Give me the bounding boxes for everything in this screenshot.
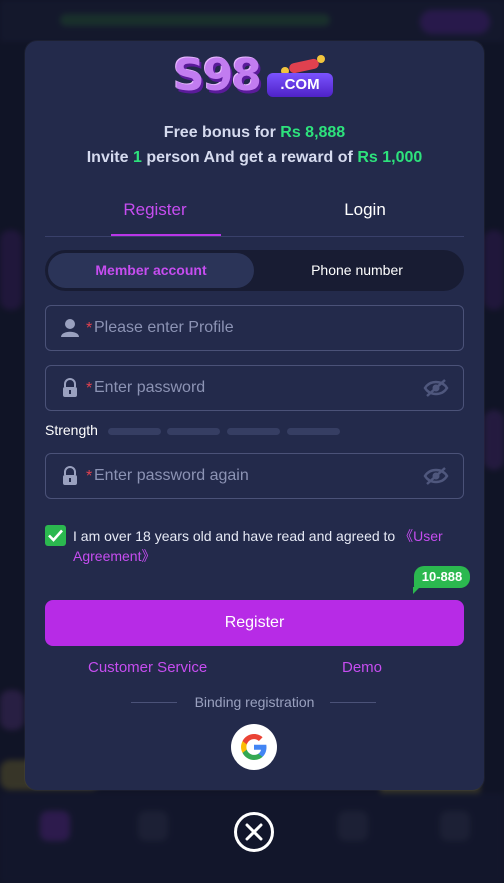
bonus-line-1: Free bonus for Rs 8,888 [25, 124, 484, 142]
register-button[interactable]: Register [45, 600, 464, 646]
demo-link[interactable]: Demo [342, 659, 382, 676]
bonus-amount: Rs 8,888 [280, 124, 346, 141]
eye-off-icon[interactable] [423, 378, 449, 398]
logo-main-text: S98 [173, 50, 262, 101]
strength-bar-segment [227, 428, 280, 435]
auth-tabs: Register Login [45, 197, 464, 237]
promo-badge: 10-888 [413, 566, 470, 594]
bonus-line-2: Invite 1 person And get a reward of Rs 1… [25, 149, 484, 167]
close-modal-button[interactable] [234, 812, 274, 852]
logo-coin-icon [317, 55, 325, 63]
password-again-input[interactable] [94, 454, 424, 498]
invite-text: person And get a reward of [146, 149, 353, 166]
lock-icon [60, 466, 80, 486]
binding-registration-label: Binding registration [194, 694, 315, 710]
logo-suffix: .COM [267, 73, 333, 97]
person-icon [60, 318, 80, 338]
agreement-statement: I am over 18 years old and have read and… [73, 528, 396, 544]
required-mark: * [86, 380, 93, 397]
account-type-switch: Member account Phone number [45, 250, 464, 291]
phone-number-option[interactable]: Phone number [254, 253, 460, 288]
tab-login[interactable]: Login [285, 197, 445, 223]
strength-label: Strength [45, 422, 98, 438]
customer-service-link[interactable]: Customer Service [88, 659, 207, 676]
member-account-option[interactable]: Member account [48, 253, 254, 288]
agreement-text: I am over 18 years old and have read and… [73, 526, 465, 566]
password-field: * [45, 365, 464, 411]
required-mark: * [86, 320, 93, 337]
active-tab-indicator [111, 234, 221, 236]
divider [330, 702, 376, 703]
profile-input[interactable] [94, 306, 424, 350]
password-again-field: * [45, 453, 464, 499]
check-icon [48, 529, 63, 542]
eye-off-icon[interactable] [423, 466, 449, 486]
agreement-checkbox[interactable] [45, 525, 66, 546]
google-icon [241, 734, 267, 760]
site-logo: S98 .COM [173, 51, 335, 101]
profile-field: * [45, 305, 464, 351]
register-modal: S98 .COM Free bonus for Rs 8,888 Invite … [25, 41, 484, 790]
lock-icon [60, 378, 80, 398]
strength-bar-segment [108, 428, 161, 435]
strength-bar-segment [167, 428, 220, 435]
reward-amount: Rs 1,000 [357, 149, 423, 166]
invite-text: Invite [86, 149, 129, 166]
tab-register[interactable]: Register [75, 197, 235, 223]
required-mark: * [86, 468, 93, 485]
invite-count: 1 [132, 149, 142, 166]
logo-plane-icon [288, 57, 320, 75]
password-input[interactable] [94, 366, 424, 410]
bonus-text: Free bonus for [163, 124, 276, 141]
close-icon [245, 823, 263, 841]
strength-bar-segment [287, 428, 340, 435]
google-login-button[interactable] [231, 724, 277, 770]
